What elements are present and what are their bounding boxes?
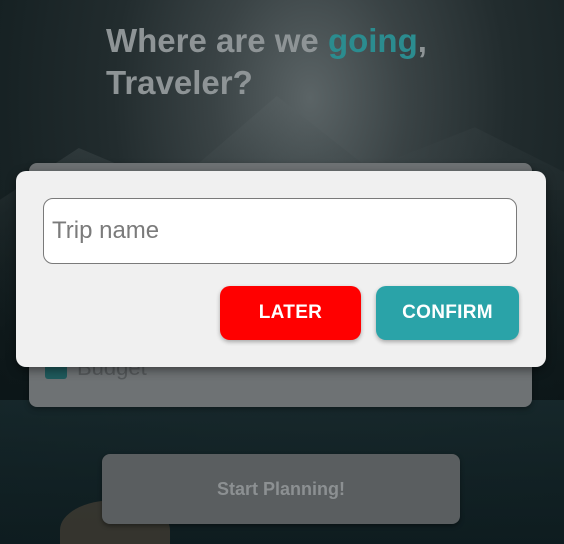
confirm-button[interactable]: CONFIRM xyxy=(376,286,519,340)
page-title: Where are we going, Traveler? xyxy=(106,20,506,104)
start-planning-button[interactable]: Start Planning! xyxy=(102,454,460,524)
title-comma: , xyxy=(417,22,427,59)
app-screen: Where are we going, Traveler? Budget Sta… xyxy=(0,0,564,544)
later-button[interactable]: LATER xyxy=(220,286,361,340)
trip-name-dialog: LATER CONFIRM xyxy=(16,171,546,367)
title-accent-word: going xyxy=(327,22,418,59)
title-text-start: Where are we xyxy=(106,22,328,59)
title-text-line2: Traveler? xyxy=(106,64,253,101)
trip-name-input[interactable] xyxy=(43,198,517,264)
